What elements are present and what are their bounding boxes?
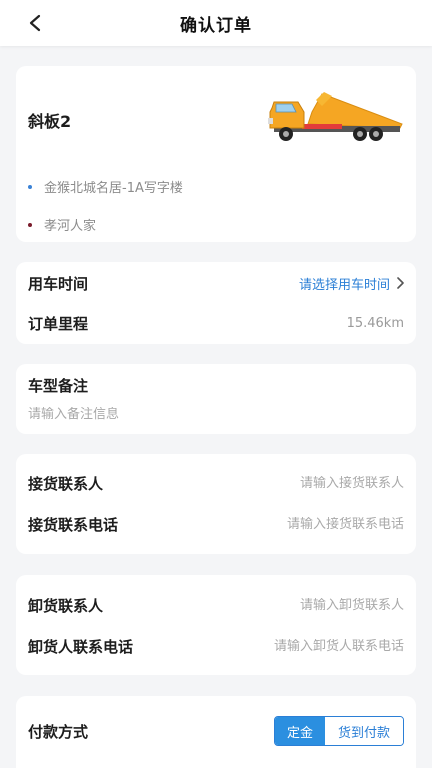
pickup-phone-input[interactable] xyxy=(204,516,404,532)
remark-card: 车型备注 xyxy=(16,364,416,434)
payment-card: 付款方式 定金 货到付款 xyxy=(16,696,416,768)
pickup-contact-card: 接货联系人 接货联系电话 xyxy=(16,454,416,554)
dropoff-contact-card: 卸货联系人 卸货人联系电话 xyxy=(16,575,416,675)
page-title: 确认订单 xyxy=(180,15,252,36)
remark-input[interactable] xyxy=(28,407,398,422)
pickup-dot-icon xyxy=(28,184,32,189)
dropoff-name-label: 卸货联系人 xyxy=(28,596,104,615)
pickup-name-label: 接货联系人 xyxy=(28,474,104,493)
distance-value: 15.46km xyxy=(346,315,404,331)
payment-label: 付款方式 xyxy=(28,722,89,741)
pickup-address: 金猴北城名居-1A写字楼 xyxy=(28,177,183,196)
dropoff-name-row: 卸货联系人 xyxy=(28,594,404,616)
payment-row: 付款方式 定金 货到付款 xyxy=(28,715,404,747)
pickup-address-text: 金猴北城名居-1A写字楼 xyxy=(44,181,183,196)
dropoff-phone-row: 卸货人联系电话 xyxy=(28,635,404,657)
pickup-name-input[interactable] xyxy=(204,475,404,491)
use-time-selector[interactable]: 请选择用车时间 xyxy=(299,274,404,293)
distance-label: 订单里程 xyxy=(28,314,89,333)
chevron-right-icon xyxy=(397,277,404,289)
use-time-label: 用车时间 xyxy=(28,274,89,293)
vehicle-card: 斜板2 金猴北城名居-1A写字楼 孝河人家 xyxy=(16,66,416,242)
back-button[interactable] xyxy=(20,9,50,37)
dropoff-dot-icon xyxy=(28,222,32,227)
payment-option-cod[interactable]: 货到付款 xyxy=(325,717,403,745)
trip-card: 用车时间 请选择用车时间 订单里程 15.46km xyxy=(16,262,416,344)
pickup-phone-row: 接货联系电话 xyxy=(28,513,404,535)
back-arrow-icon xyxy=(29,14,41,32)
payment-option-deposit[interactable]: 定金 xyxy=(275,717,325,745)
pickup-phone-label: 接货联系电话 xyxy=(28,515,119,534)
dropoff-phone-input[interactable] xyxy=(174,638,404,654)
dropoff-address-text: 孝河人家 xyxy=(44,219,97,234)
pickup-name-row: 接货联系人 xyxy=(28,472,404,494)
remark-header: 车型备注 xyxy=(28,374,404,396)
payment-toggle: 定金 货到付款 xyxy=(274,716,404,746)
distance-row: 订单里程 15.46km xyxy=(28,312,404,334)
app-header: 确认订单 xyxy=(0,0,432,46)
dropoff-address: 孝河人家 xyxy=(28,215,96,234)
use-time-value: 请选择用车时间 xyxy=(298,277,390,293)
tow-truck-image xyxy=(268,92,403,141)
remark-label: 车型备注 xyxy=(28,376,89,395)
use-time-row[interactable]: 用车时间 请选择用车时间 xyxy=(28,272,404,294)
dropoff-phone-label: 卸货人联系电话 xyxy=(28,637,134,656)
dropoff-name-input[interactable] xyxy=(204,597,404,613)
vehicle-name: 斜板2 xyxy=(28,112,72,131)
